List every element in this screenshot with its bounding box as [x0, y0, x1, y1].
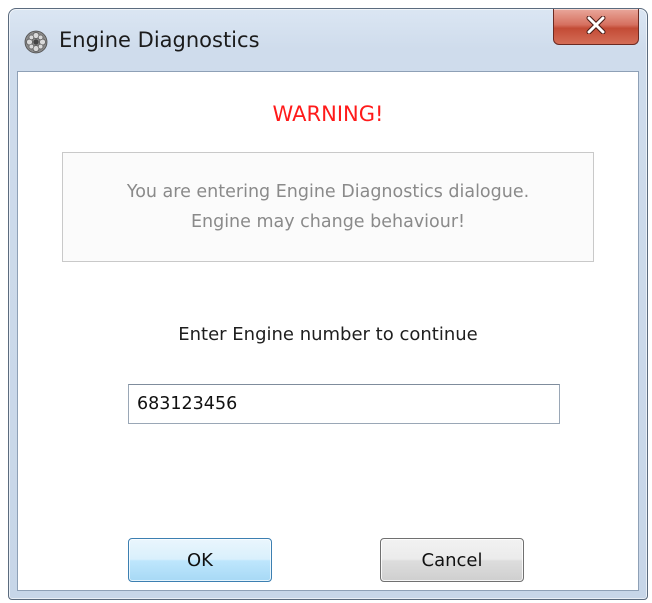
engine-number-input[interactable]: [128, 384, 560, 424]
warning-title: WARNING!: [272, 102, 384, 126]
warning-message-box: You are entering Engine Diagnostics dial…: [62, 152, 594, 262]
close-button[interactable]: [553, 9, 639, 45]
window-title: Engine Diagnostics: [59, 28, 260, 52]
gear-icon: [23, 29, 49, 55]
engine-number-prompt: Enter Engine number to continue: [178, 324, 478, 345]
warning-message-line-1: You are entering Engine Diagnostics dial…: [126, 182, 530, 202]
dialog-window: Engine Diagnostics WARNING! You are ente…: [8, 8, 648, 600]
close-icon: [585, 15, 607, 38]
dialog-content: WARNING! You are entering Engine Diagnos…: [17, 71, 639, 591]
warning-message-line-2: Engine may change behaviour!: [190, 212, 466, 232]
title-bar[interactable]: Engine Diagnostics: [9, 9, 647, 71]
ok-button[interactable]: OK: [128, 538, 272, 582]
cancel-button[interactable]: Cancel: [380, 538, 524, 582]
